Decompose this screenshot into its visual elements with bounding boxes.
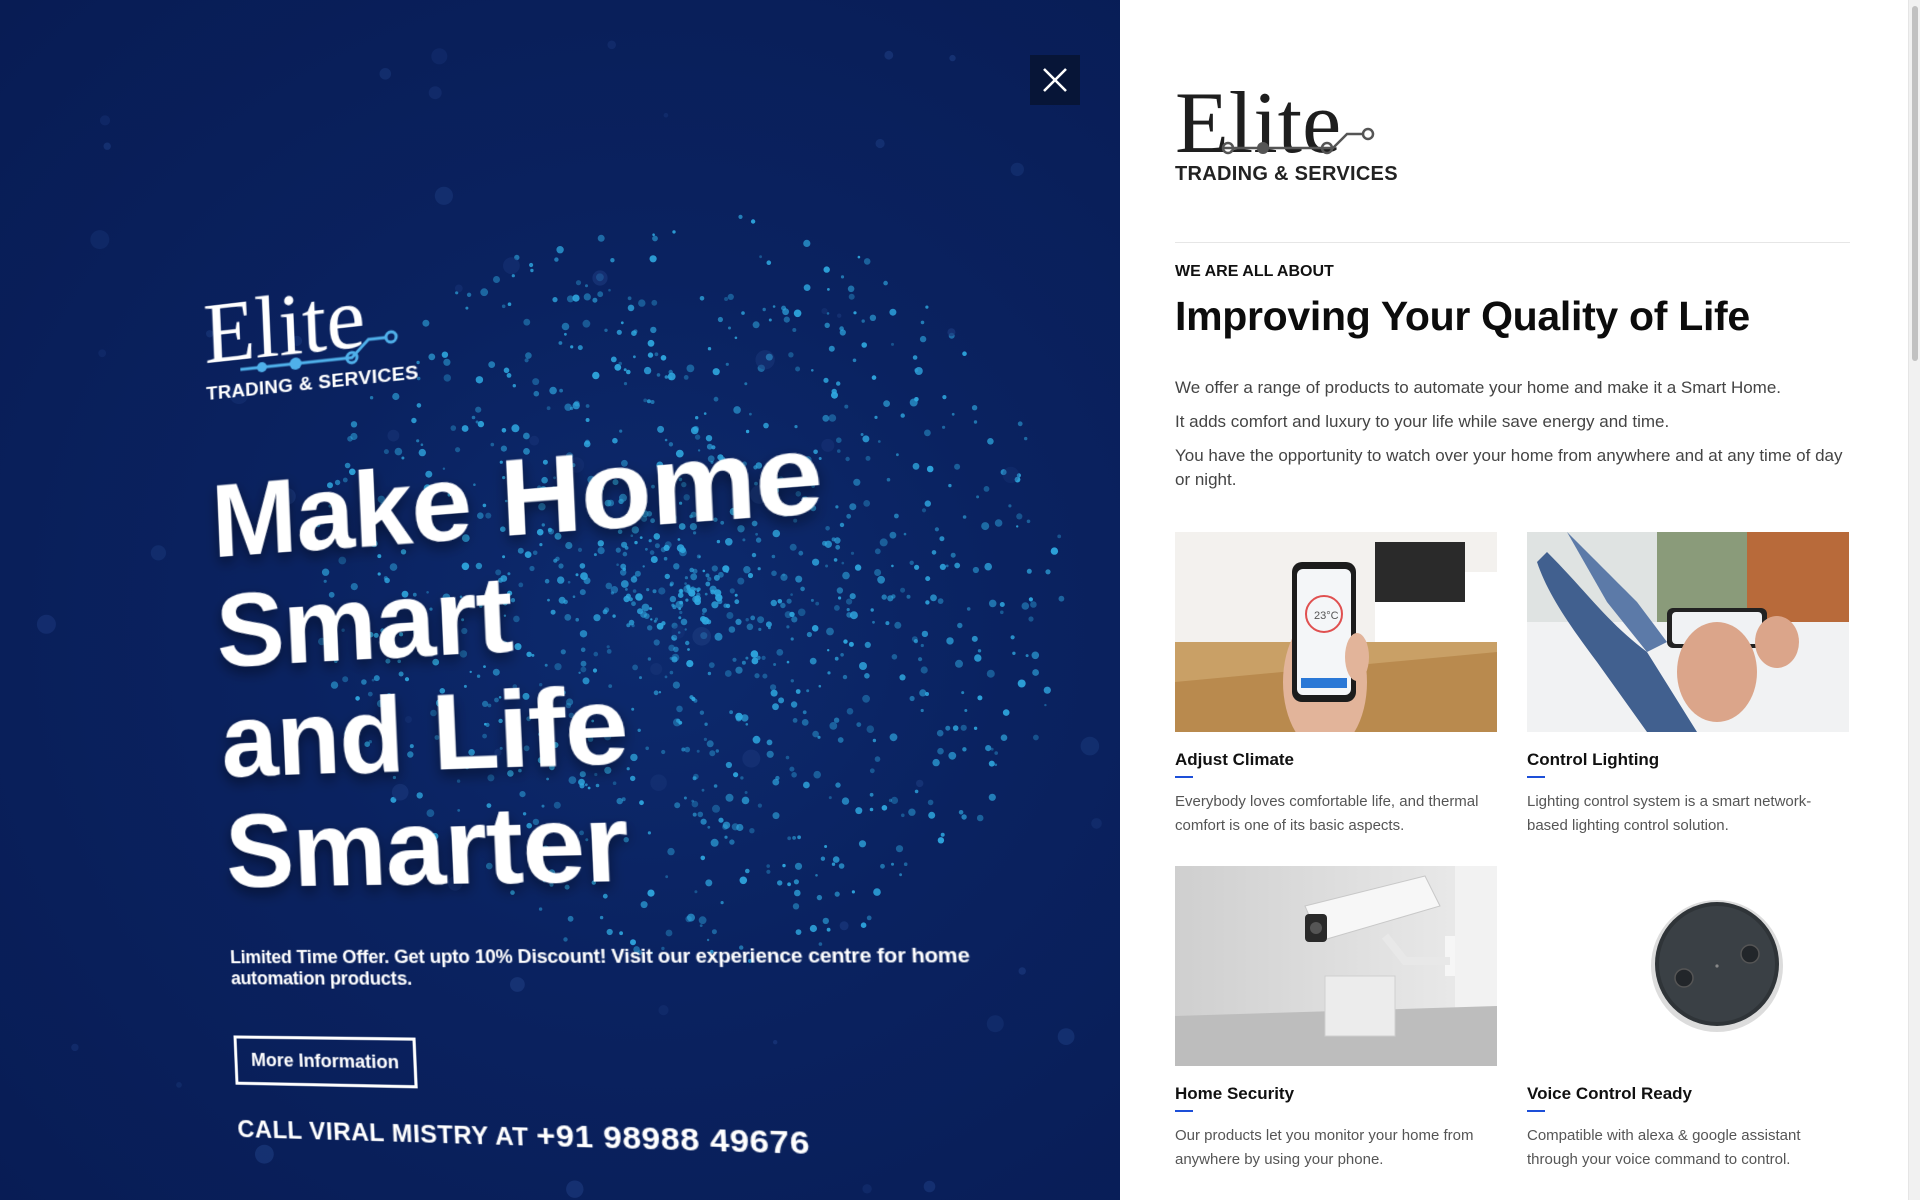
scrollbar-thumb[interactable] <box>1912 6 1918 361</box>
particle-dot <box>1018 421 1023 426</box>
scrollbar[interactable] <box>1908 0 1920 1200</box>
particle-dot <box>435 187 453 205</box>
particle-dot <box>738 215 742 219</box>
feature-description: Everybody loves comfortable life, and th… <box>1175 790 1497 838</box>
feature-card: Home Security Our products let you monit… <box>1175 866 1497 1172</box>
particle-dot <box>104 143 111 150</box>
feature-card: Voice Control Ready Compatible with alex… <box>1527 866 1849 1172</box>
particle-dot <box>751 219 755 223</box>
particle-dot <box>100 115 110 125</box>
particle-dot <box>71 1044 78 1051</box>
particle-dot <box>652 233 655 236</box>
particle-dot <box>949 55 955 61</box>
title-underline <box>1175 776 1193 778</box>
hero-content: Elite TRADING & SERVICES Make Home Smart… <box>202 196 1041 1170</box>
particle-dot <box>1032 669 1039 676</box>
particle-dot <box>429 86 442 99</box>
brand-logo-mark: Elite <box>1175 78 1385 160</box>
particle-dot <box>1028 616 1033 621</box>
particle-dot <box>607 41 616 50</box>
particle-dot <box>1018 680 1026 688</box>
phone-number[interactable]: +91 98988 49676 <box>535 1118 810 1161</box>
particle-dot <box>431 48 447 64</box>
feature-description: Our products let you monitor your home f… <box>1175 1124 1497 1172</box>
smart-speaker-image <box>1527 866 1849 1066</box>
section-headline: Improving Your Quality of Life <box>1175 293 1850 340</box>
feature-grid: 23°C Adjust Climate Everybody loves comf… <box>1175 532 1850 1172</box>
particle-dot <box>1081 737 1100 756</box>
particle-dot <box>672 230 675 233</box>
particle-dot <box>1027 520 1031 524</box>
particle-dot <box>1051 547 1058 554</box>
title-underline <box>1527 776 1545 778</box>
particle-dot <box>98 349 106 357</box>
promo-banner: Elite TRADING & SERVICES Make Home Smart… <box>0 0 1120 1200</box>
particle-dot <box>255 1145 274 1164</box>
title-underline <box>1527 1110 1545 1112</box>
particle-dot <box>1033 735 1039 741</box>
intro-paragraph: It adds comfort and luxury to your life … <box>1175 410 1850 434</box>
close-icon <box>1041 66 1069 94</box>
panel-content: Elite TRADING & SERVICES WE ARE ALL ABOU… <box>1175 78 1850 1172</box>
particle-dot <box>924 1181 936 1193</box>
particle-dot <box>1032 652 1040 660</box>
brand-subtitle: TRADING & SERVICES <box>1175 163 1850 186</box>
particle-dot <box>1024 437 1027 440</box>
climate-image: 23°C <box>1175 532 1497 732</box>
particle-dot <box>1057 535 1061 539</box>
hero-title-line: and Life Smarter <box>219 647 1028 907</box>
feature-description: Lighting control system is a smart netwo… <box>1527 790 1849 838</box>
particle-dot <box>876 139 885 148</box>
particle-dot <box>566 1181 583 1198</box>
particle-dot <box>1026 654 1029 657</box>
particle-dot <box>151 545 166 560</box>
brand-logo[interactable]: Elite TRADING & SERVICES <box>1175 78 1850 186</box>
particle-dot <box>37 615 56 634</box>
feature-title: Adjust Climate <box>1175 750 1497 770</box>
offer-text: Limited Time Offer. Get upto 10% Discoun… <box>230 944 1032 992</box>
particle-dot <box>176 1082 182 1088</box>
particle-dot <box>598 235 605 242</box>
particle-dot <box>1008 504 1011 507</box>
feature-title: Home Security <box>1175 1084 1497 1104</box>
lighting-image <box>1527 532 1849 732</box>
particle-dot <box>1058 1028 1075 1045</box>
particle-dot <box>1044 704 1046 706</box>
intro-paragraph: You have the opportunity to watch over y… <box>1175 444 1850 492</box>
particle-dot <box>1044 687 1051 694</box>
intro-paragraph: We offer a range of products to automate… <box>1175 376 1850 400</box>
feature-title: Control Lighting <box>1527 750 1849 770</box>
svg-text:23°C: 23°C <box>1314 610 1339 622</box>
divider <box>1175 242 1850 243</box>
particle-dot <box>1029 597 1033 601</box>
hero-title: Make Home Smart and Life Smarter <box>209 397 1027 907</box>
hero-title-line: Make Home Smart <box>209 397 1015 687</box>
particle-dot <box>1059 596 1065 602</box>
security-camera-image <box>1175 866 1497 1066</box>
feature-card: Control Lighting Lighting control system… <box>1527 532 1849 838</box>
feature-title: Voice Control Ready <box>1527 1084 1849 1104</box>
particle-dot <box>1045 569 1050 574</box>
particle-dot <box>1016 525 1018 527</box>
particle-dot <box>1030 601 1037 608</box>
particle-dot <box>90 230 109 249</box>
info-panel: Elite TRADING & SERVICES WE ARE ALL ABOU… <box>1120 0 1920 1200</box>
particle-dot <box>1091 818 1102 829</box>
particle-dot <box>1011 163 1024 176</box>
particle-dot <box>664 113 669 118</box>
particle-dot <box>884 51 893 60</box>
particle-dot <box>1016 513 1022 519</box>
more-information-button[interactable]: More Information <box>233 1035 417 1088</box>
intro-text: We offer a range of products to automate… <box>1175 376 1850 492</box>
particle-dot <box>380 68 392 80</box>
title-underline <box>1175 1110 1193 1112</box>
particle-dot <box>1027 569 1032 574</box>
particle-dot <box>862 1184 871 1193</box>
close-button[interactable] <box>1030 55 1080 105</box>
particle-dot <box>1022 602 1030 610</box>
eyebrow-label: WE ARE ALL ABOUT <box>1175 263 1850 281</box>
feature-description: Compatible with alexa & google assistant… <box>1527 1124 1849 1172</box>
feature-card: 23°C Adjust Climate Everybody loves comf… <box>1175 532 1497 838</box>
